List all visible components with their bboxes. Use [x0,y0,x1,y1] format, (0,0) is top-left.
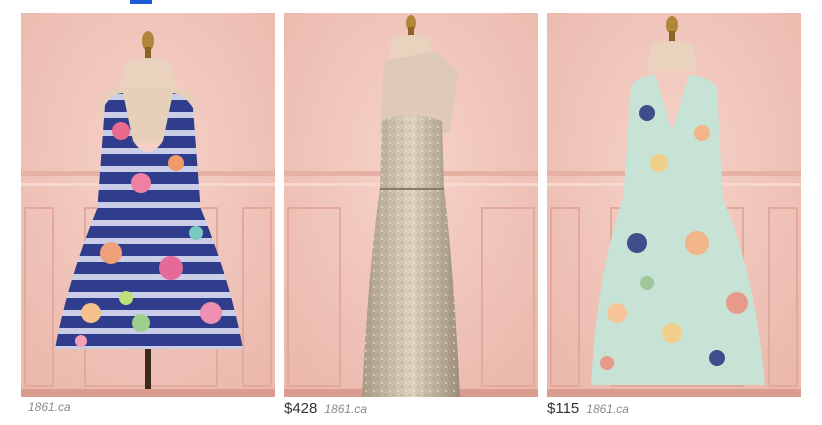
product-caption-2: $428 1861.ca [284,400,367,418]
floral-striped-dress-icon [21,13,275,397]
product-price-2: $428 [284,400,318,417]
product-price-3: $115 [547,400,580,417]
product-source-1[interactable]: 1861.ca [28,400,71,414]
sequin-gown-icon [284,13,538,397]
product-card-3[interactable]: $115 1861.ca [547,13,801,418]
product-source-3[interactable]: 1861.ca [586,402,629,416]
product-card-1[interactable]: 1861.ca [21,13,275,418]
top-accent-bar [130,0,152,4]
product-caption-3: $115 1861.ca [547,400,629,418]
product-image-1[interactable] [21,13,275,397]
floral-mint-dress-icon [547,13,801,397]
product-caption-1: 1861.ca [21,400,71,418]
product-grid: 1861.ca $428 1861.ca $115 1861.ca [21,13,801,423]
product-card-2[interactable]: $428 1861.ca [284,13,538,418]
product-source-2[interactable]: 1861.ca [324,402,367,416]
product-image-3[interactable] [547,13,801,397]
product-image-2[interactable] [284,13,538,397]
